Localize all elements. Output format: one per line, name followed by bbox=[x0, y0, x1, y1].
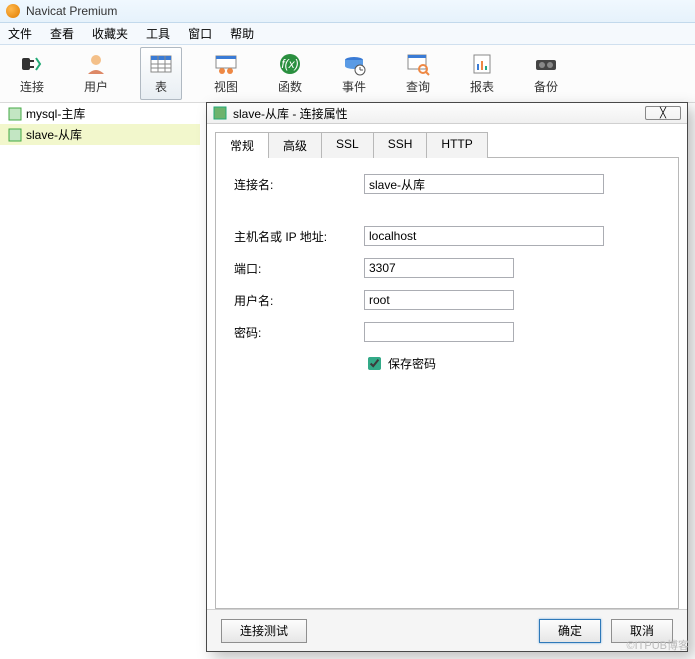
toolbar-label: 视图 bbox=[214, 78, 238, 95]
toolbar-function[interactable]: f(x) 函数 bbox=[270, 48, 310, 99]
ok-button[interactable]: 确定 bbox=[539, 619, 601, 643]
database-icon bbox=[8, 107, 22, 121]
tree-item-label: mysql-主库 bbox=[26, 105, 85, 122]
app-icon bbox=[6, 4, 20, 18]
toolbar-table[interactable]: 表 bbox=[140, 47, 182, 100]
user-icon bbox=[82, 52, 110, 76]
connection-name-field[interactable] bbox=[364, 174, 604, 194]
app-titlebar: Navicat Premium bbox=[0, 0, 695, 23]
host-field[interactable] bbox=[364, 226, 604, 246]
database-icon bbox=[213, 106, 227, 120]
toolbar-label: 连接 bbox=[20, 78, 44, 95]
close-icon[interactable]: ╳ bbox=[645, 106, 681, 120]
toolbar: 连接 用户 表 视图 f(x) 函数 事件 查询 报表 备份 bbox=[0, 45, 695, 103]
view-icon bbox=[212, 52, 240, 76]
menu-favorites[interactable]: 收藏夹 bbox=[92, 25, 128, 42]
toolbar-label: 报表 bbox=[470, 78, 494, 95]
dialog-title: slave-从库 - 连接属性 bbox=[233, 105, 348, 122]
label-host: 主机名或 IP 地址: bbox=[234, 228, 364, 245]
password-field[interactable] bbox=[364, 322, 514, 342]
menu-help[interactable]: 帮助 bbox=[230, 25, 254, 42]
username-field[interactable] bbox=[364, 290, 514, 310]
tab-http[interactable]: HTTP bbox=[426, 132, 487, 158]
dialog-titlebar[interactable]: slave-从库 - 连接属性 ╳ bbox=[207, 103, 687, 124]
toolbar-user[interactable]: 用户 bbox=[76, 48, 116, 99]
dialog-tabs: 常规 高级 SSL SSH HTTP bbox=[215, 132, 679, 158]
plug-icon bbox=[18, 52, 46, 76]
toolbar-label: 事件 bbox=[342, 78, 366, 95]
connection-tree: mysql-主库 slave-从库 bbox=[0, 103, 200, 145]
watermark: ©ITPUB博客 bbox=[627, 637, 690, 653]
tab-general[interactable]: 常规 bbox=[215, 132, 269, 158]
function-icon: f(x) bbox=[276, 52, 304, 76]
menu-view[interactable]: 查看 bbox=[50, 25, 74, 42]
menu-file[interactable]: 文件 bbox=[8, 25, 32, 42]
query-icon bbox=[404, 52, 432, 76]
dialog-button-bar: 连接测试 确定 取消 bbox=[207, 609, 687, 651]
tree-item-mysql-master[interactable]: mysql-主库 bbox=[0, 103, 200, 124]
toolbar-label: 表 bbox=[155, 78, 167, 95]
toolbar-label: 查询 bbox=[406, 78, 430, 95]
toolbar-connection[interactable]: 连接 bbox=[12, 48, 52, 99]
svg-text:f(x): f(x) bbox=[281, 57, 298, 71]
toolbar-event[interactable]: 事件 bbox=[334, 48, 374, 99]
tree-item-slave[interactable]: slave-从库 bbox=[0, 124, 200, 145]
toolbar-view[interactable]: 视图 bbox=[206, 48, 246, 99]
port-field[interactable] bbox=[364, 258, 514, 278]
save-password-checkbox[interactable] bbox=[368, 357, 381, 370]
label-username: 用户名: bbox=[234, 292, 364, 309]
label-password: 密码: bbox=[234, 324, 364, 341]
toolbar-report[interactable]: 报表 bbox=[462, 48, 502, 99]
toolbar-backup[interactable]: 备份 bbox=[526, 48, 566, 99]
toolbar-query[interactable]: 查询 bbox=[398, 48, 438, 99]
app-title: Navicat Premium bbox=[26, 4, 117, 18]
menu-window[interactable]: 窗口 bbox=[188, 25, 212, 42]
tab-advanced[interactable]: 高级 bbox=[268, 132, 322, 158]
label-connection-name: 连接名: bbox=[234, 176, 364, 193]
event-icon bbox=[340, 52, 368, 76]
tab-ssl[interactable]: SSL bbox=[321, 132, 374, 158]
tab-panel-general: 连接名: 主机名或 IP 地址: 端口: 用户名: 密码: bbox=[215, 157, 679, 609]
tree-item-label: slave-从库 bbox=[26, 126, 82, 143]
connection-properties-dialog: slave-从库 - 连接属性 ╳ 常规 高级 SSL SSH HTTP 连接名… bbox=[206, 102, 688, 652]
label-port: 端口: bbox=[234, 260, 364, 277]
toolbar-label: 用户 bbox=[84, 78, 108, 95]
toolbar-label: 函数 bbox=[278, 78, 302, 95]
table-icon bbox=[147, 52, 175, 76]
menu-tools[interactable]: 工具 bbox=[146, 25, 170, 42]
tab-ssh[interactable]: SSH bbox=[373, 132, 428, 158]
toolbar-label: 备份 bbox=[534, 78, 558, 95]
database-icon bbox=[8, 128, 22, 142]
menubar: 文件 查看 收藏夹 工具 窗口 帮助 bbox=[0, 23, 695, 45]
test-connection-button[interactable]: 连接测试 bbox=[221, 619, 307, 643]
label-save-password: 保存密码 bbox=[388, 355, 436, 372]
report-icon bbox=[468, 52, 496, 76]
backup-icon bbox=[532, 52, 560, 76]
